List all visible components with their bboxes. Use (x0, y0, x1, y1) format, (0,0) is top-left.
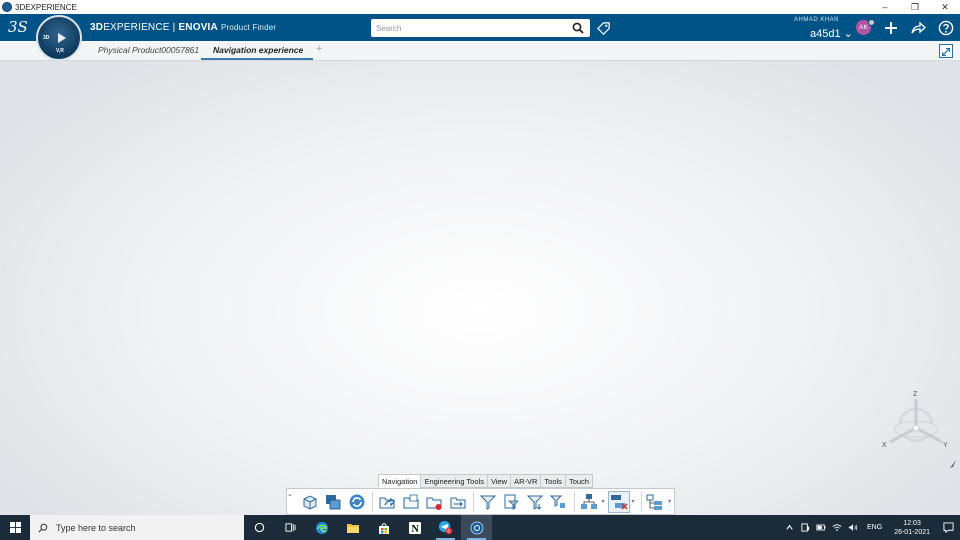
3d-viewport[interactable] (0, 61, 960, 515)
tray-time: 12:03 (903, 519, 921, 527)
action-bar-toolbar: ▾ ▾ ▾ (286, 488, 675, 515)
tool-insert-icon[interactable] (400, 491, 421, 513)
tray-battery-icon[interactable] (815, 522, 827, 534)
tray-wifi-icon[interactable] (831, 522, 843, 534)
tool-close-item-icon[interactable] (423, 491, 444, 513)
brand-3d: 3D (90, 22, 104, 33)
app-name: Product Finder (220, 23, 277, 32)
cortana-icon[interactable] (244, 515, 275, 540)
app-icon (2, 2, 12, 12)
play-icon[interactable] (58, 33, 66, 43)
tenant-dropdown[interactable]: a45d1 ⌄ (810, 27, 853, 40)
svg-text:N: N (411, 524, 419, 535)
store-icon[interactable] (368, 515, 399, 540)
edge-browser-icon[interactable] (306, 515, 337, 540)
orientation-robot-icon[interactable]: Z X Y (880, 385, 952, 451)
tool-structure-dropdown-icon[interactable]: ▾ (668, 498, 671, 505)
help-icon[interactable] (938, 20, 954, 36)
tool-layers-icon[interactable] (322, 491, 343, 513)
axis-x-label: X (882, 442, 887, 449)
axis-z-label: Z (913, 391, 918, 398)
action-tab-ar-vr[interactable]: AR-VR (510, 474, 541, 488)
tool-tree-remove-dropdown-icon[interactable]: ▾ (632, 498, 635, 505)
telegram-icon[interactable]: 6 (430, 515, 461, 540)
brand-product: ENOVIA (178, 22, 218, 33)
compass-icon[interactable]: 3D V,R (36, 15, 82, 61)
tool-open-icon[interactable] (376, 491, 397, 513)
avatar-status-icon (868, 19, 875, 26)
restore-button[interactable]: ❐ (900, 0, 930, 14)
cursor-marker-icon (950, 460, 956, 468)
axis-y-label: Y (943, 442, 948, 449)
action-bar-tabs: Navigation Engineering Tools View AR-VR … (378, 474, 593, 488)
tool-3d-box-icon[interactable] (299, 491, 320, 513)
taskbar-search-icon (38, 523, 48, 533)
tray-volume-icon[interactable] (847, 522, 859, 534)
tool-tree-remove-icon[interactable] (607, 490, 630, 513)
tab-navigation-experience[interactable]: Navigation experience (213, 45, 303, 55)
compass-3d-label: 3D (43, 35, 50, 41)
os-taskbar: Type here to search N 6 ENG 12:03 26-01-… (0, 515, 960, 540)
tool-structure-filter-icon[interactable] (548, 491, 569, 513)
toolbar-separator (372, 491, 374, 512)
dassault-logo-icon: 3S (8, 18, 28, 36)
brand-experience: EXPERIENCE (103, 22, 170, 33)
brand-title: 3DEXPERIENCE | ENOVIA Product Finder (90, 22, 276, 33)
tool-tree-icon[interactable] (578, 491, 599, 513)
toolbar-separator (574, 491, 576, 512)
taskbar-search-box[interactable]: Type here to search (30, 515, 244, 540)
plus-icon[interactable] (883, 20, 899, 36)
file-explorer-icon[interactable] (337, 515, 368, 540)
notification-center-icon[interactable] (936, 515, 960, 540)
top-bar: 3S 3DEXPERIENCE | ENOVIAProduct Finder A… (0, 14, 960, 41)
minimize-button[interactable]: – (870, 0, 900, 14)
expand-panel-arrow-icon[interactable]: › (3, 262, 6, 273)
taskbar-search-placeholder: Type here to search (56, 522, 136, 533)
tool-down-filter-icon[interactable] (524, 491, 545, 513)
tag-icon[interactable] (596, 21, 611, 36)
windows-start-icon[interactable] (0, 515, 30, 540)
add-tab-button[interactable]: + (316, 43, 322, 55)
action-tab-navigation[interactable]: Navigation (378, 474, 421, 488)
action-bar-collapse-icon[interactable]: ⌄ (287, 490, 293, 498)
toolbar-separator (473, 491, 475, 512)
tool-refresh-icon[interactable] (346, 491, 367, 513)
user-name: AHMAD KHAN (794, 17, 840, 23)
tab-physical-product[interactable]: Physical Product00057861 (98, 45, 199, 55)
tray-date: 26-01-2021 (894, 528, 930, 536)
tray-language[interactable]: ENG (867, 524, 882, 531)
close-button[interactable]: ✕ (930, 0, 960, 14)
tool-tree-dropdown-icon[interactable]: ▾ (602, 498, 605, 505)
compass-version-label: V,R (56, 48, 64, 54)
search-input[interactable] (371, 19, 590, 37)
window-title: 3DEXPERIENCE (15, 2, 77, 12)
toolbar-separator (640, 491, 642, 512)
action-tab-engineering-tools[interactable]: Engineering Tools (420, 474, 487, 488)
tool-filter-icon[interactable] (477, 491, 498, 513)
telegram-badge: 6 (447, 529, 450, 534)
window-controls: – ❐ ✕ (870, 0, 960, 14)
active-tab-indicator (201, 58, 313, 60)
tray-chevron-up-icon[interactable] (783, 522, 795, 534)
tray-device-icon[interactable] (799, 522, 811, 534)
tray-clock[interactable]: 12:03 26-01-2021 (894, 519, 930, 537)
share-icon[interactable] (910, 20, 926, 36)
fullscreen-icon[interactable] (939, 44, 953, 58)
search-icon[interactable] (572, 22, 584, 34)
tool-document-filter-icon[interactable] (501, 491, 522, 513)
window-titlebar: 3DEXPERIENCE – ❐ ✕ (0, 0, 960, 14)
tool-structure-expand-icon[interactable] (645, 491, 666, 513)
system-tray: ENG 12:03 26-01-2021 (781, 515, 960, 540)
action-tab-touch[interactable]: Touch (564, 474, 593, 488)
tabs-bar: Physical Product00057861 Navigation expe… (0, 41, 960, 61)
3dexperience-taskbar-icon[interactable] (461, 515, 492, 540)
action-tab-view[interactable]: View (486, 474, 511, 488)
tool-replace-icon[interactable] (447, 491, 468, 513)
notion-icon[interactable]: N (399, 515, 430, 540)
task-view-icon[interactable] (275, 515, 306, 540)
action-tab-tools[interactable]: Tools (540, 474, 565, 488)
